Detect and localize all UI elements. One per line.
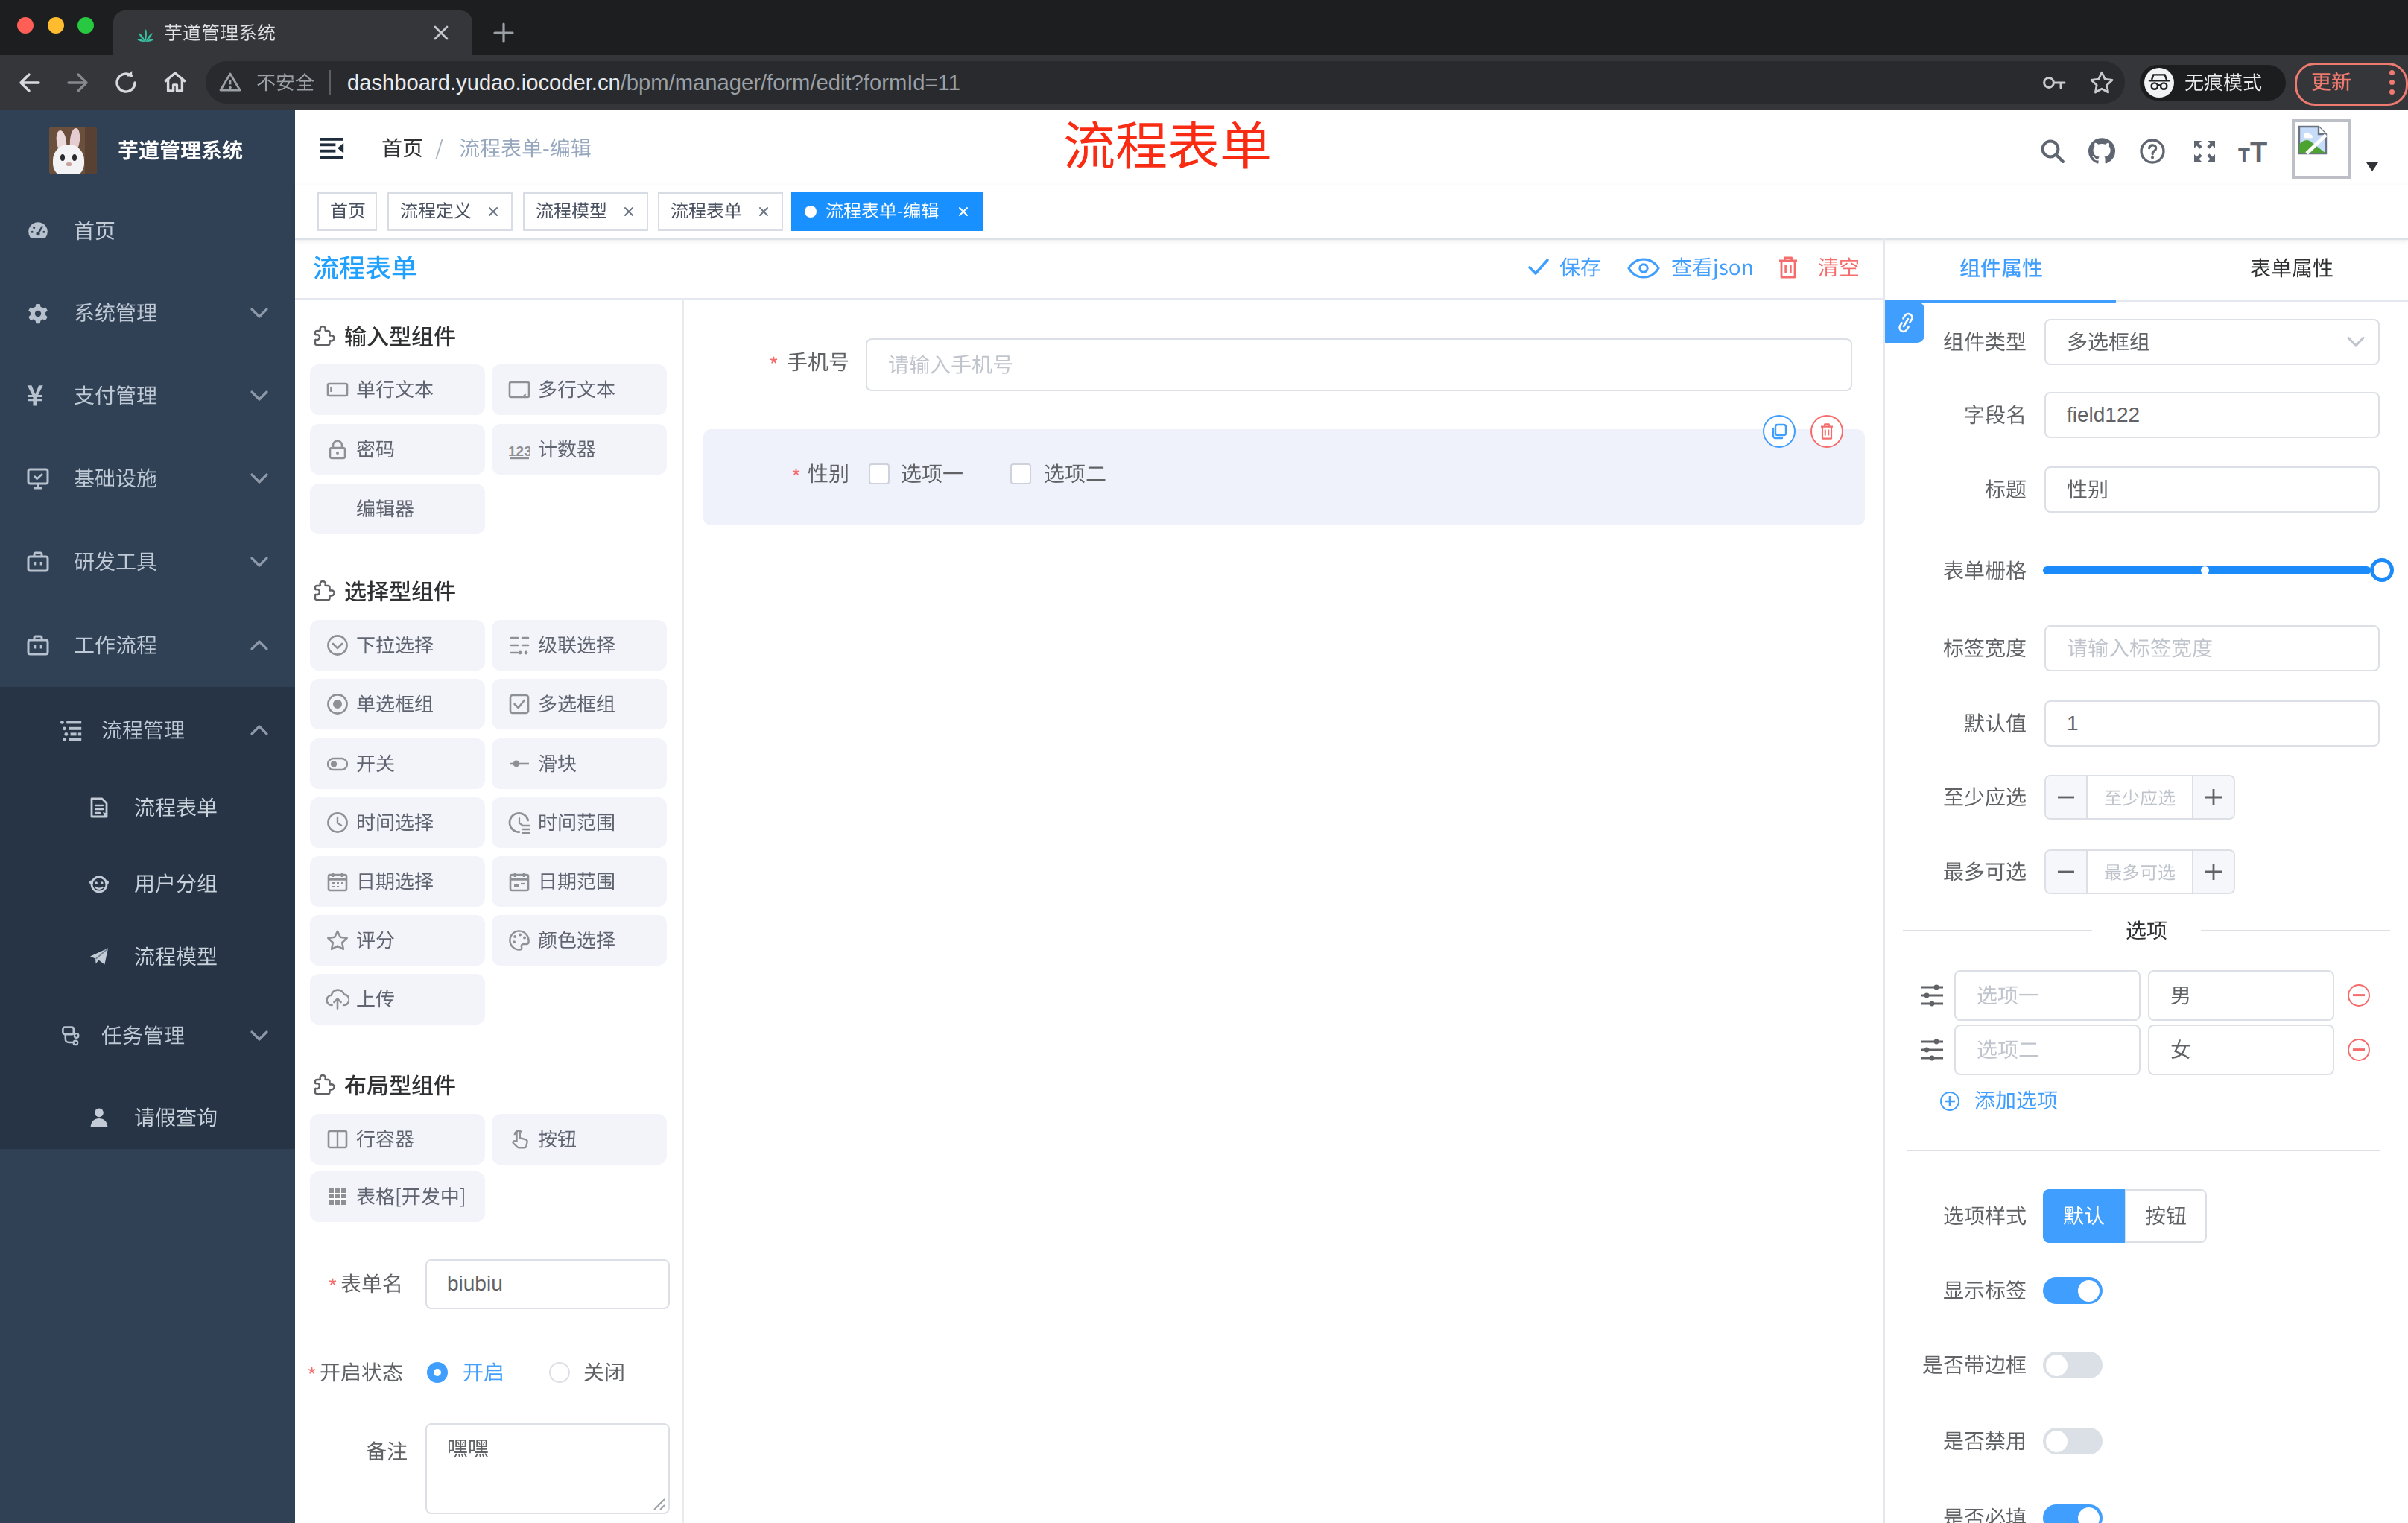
svg-text:123: 123 <box>508 443 530 459</box>
